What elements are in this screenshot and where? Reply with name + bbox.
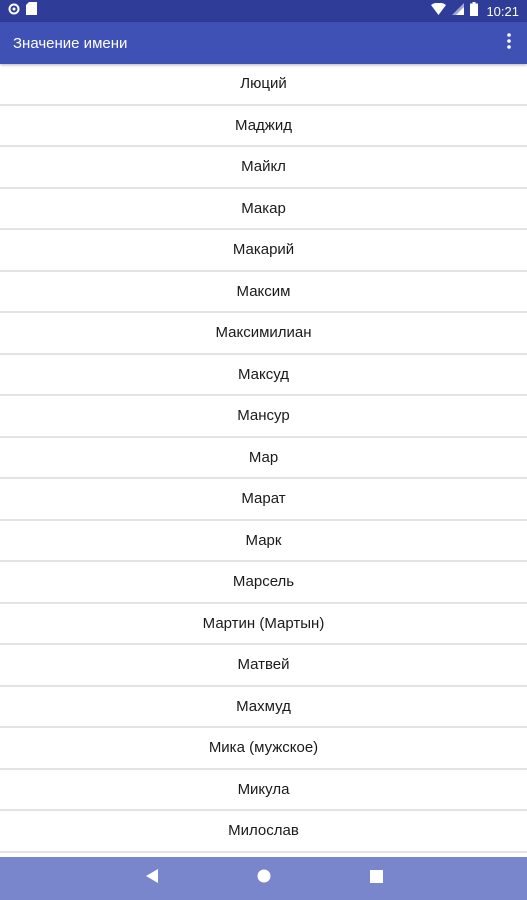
overflow-menu-button[interactable] xyxy=(501,28,517,58)
name-list[interactable]: Люций Маджид Майкл Макар Макарий Максим … xyxy=(0,64,527,857)
screen: 10:21 Значение имени Люций Маджид Майкл … xyxy=(0,0,527,900)
list-item[interactable]: Мика (мужское) xyxy=(0,728,527,770)
list-item[interactable]: Максуд xyxy=(0,355,527,396)
app-title: Значение имени xyxy=(13,34,128,52)
status-bar: 10:21 xyxy=(0,0,527,22)
back-button[interactable] xyxy=(122,857,182,900)
list-item[interactable]: Микула xyxy=(0,770,527,811)
status-right: 10:21 xyxy=(431,1,519,21)
status-left xyxy=(8,2,37,20)
recents-button[interactable] xyxy=(346,857,406,900)
overflow-menu-icon xyxy=(507,32,511,54)
list-item[interactable]: Мартин (Мартын) xyxy=(0,604,527,645)
app-bar: Значение имени xyxy=(0,22,527,64)
list-item[interactable]: Майкл xyxy=(0,147,527,189)
list-item[interactable]: Макар xyxy=(0,189,527,230)
list-item[interactable]: Милослав xyxy=(0,811,527,853)
list-item[interactable]: Люций xyxy=(0,64,527,106)
list-item[interactable]: Марсель xyxy=(0,562,527,604)
list-item[interactable]: Максим xyxy=(0,272,527,313)
list-item[interactable]: Мар xyxy=(0,438,527,479)
back-icon xyxy=(146,869,158,888)
signal-icon xyxy=(452,2,465,20)
wifi-icon xyxy=(431,2,447,20)
list-item[interactable]: Марк xyxy=(0,521,527,562)
sd-card-icon xyxy=(26,2,37,20)
list-item[interactable]: Маджид xyxy=(0,106,527,147)
home-button[interactable] xyxy=(234,857,294,900)
list-item[interactable]: Махмуд xyxy=(0,687,527,728)
list-item[interactable]: Макарий xyxy=(0,230,527,272)
navigation-bar xyxy=(0,857,527,900)
notification-circle-icon xyxy=(8,2,20,20)
status-time: 10:21 xyxy=(486,3,519,19)
list-item[interactable]: Максимилиан xyxy=(0,313,527,355)
list-item[interactable]: Матвей xyxy=(0,645,527,687)
recents-icon xyxy=(369,869,383,888)
home-icon xyxy=(257,869,271,888)
battery-icon xyxy=(470,1,479,21)
list-item[interactable]: Мансур xyxy=(0,396,527,438)
list-item[interactable]: Марат xyxy=(0,479,527,521)
